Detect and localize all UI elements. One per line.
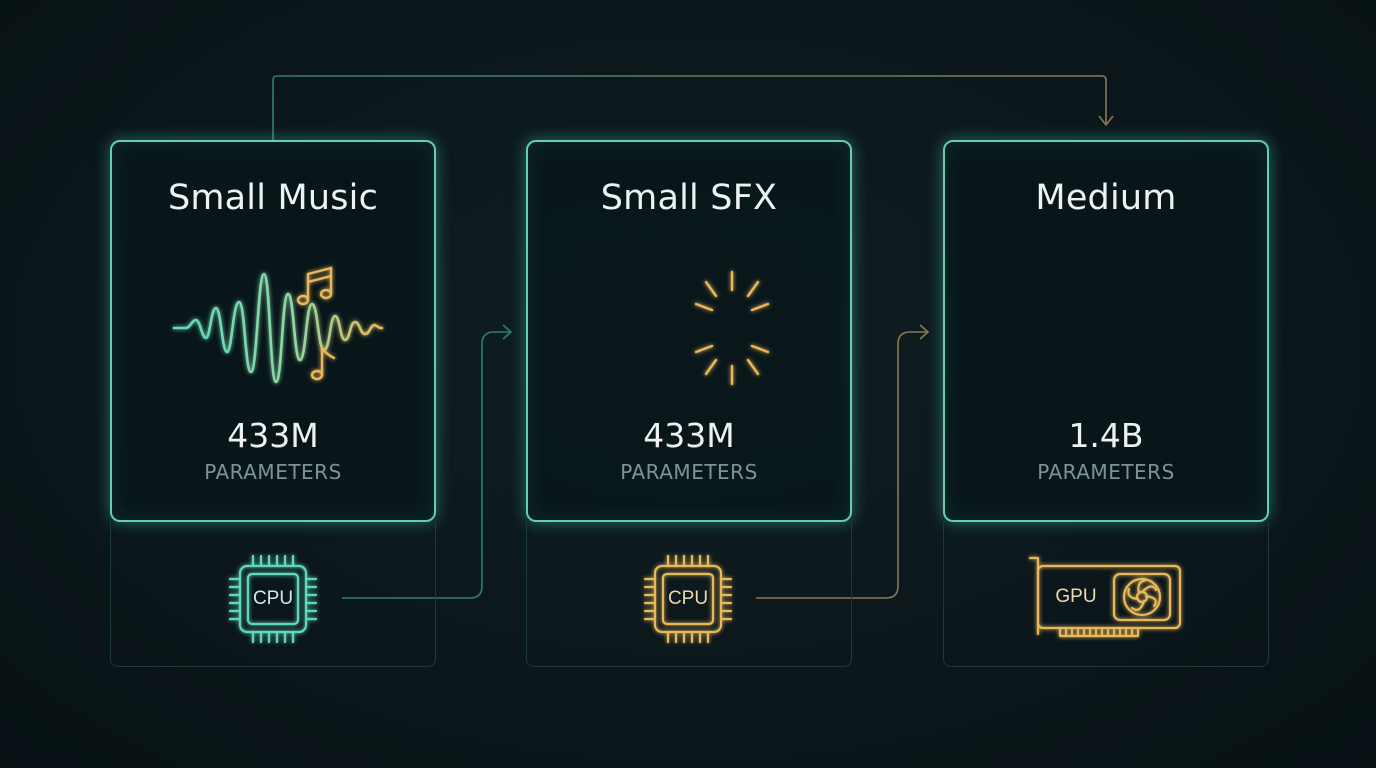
- model-title: Small SFX: [600, 178, 778, 218]
- waveform-icon: [995, 262, 1216, 394]
- model-title: Small Music: [167, 178, 379, 218]
- param-label: PARAMETERS: [1037, 460, 1175, 484]
- model-title: Medium: [1035, 178, 1177, 218]
- hardware-label: CPU: [252, 588, 294, 609]
- cpu-chip-icon: CPU: [641, 552, 735, 646]
- param-label: PARAMETERS: [620, 460, 758, 484]
- param-value: 433M: [643, 416, 735, 455]
- cpu-chip-icon: CPU: [226, 552, 320, 646]
- param-value: 433M: [227, 416, 319, 455]
- hardware-label: GPU: [1055, 586, 1097, 607]
- sfx-waveform-icon: [592, 270, 792, 386]
- model-card-medium[interactable]: Medium 1.4B PARAMETERS: [943, 140, 1269, 522]
- top-connector: [272, 75, 1107, 140]
- param-label: PARAMETERS: [204, 460, 342, 484]
- param-value: 1.4B: [1068, 416, 1144, 455]
- gpu-card-icon: GPU: [1026, 552, 1186, 642]
- music-note-icon: [296, 266, 336, 381]
- model-card-small-music[interactable]: Small Music 433M PARAMETERS: [110, 140, 436, 522]
- hardware-label: CPU: [667, 588, 709, 609]
- model-card-small-sfx[interactable]: Small SFX 433M PARAMETERS: [526, 140, 852, 522]
- music-waveform-icon: [172, 266, 384, 384]
